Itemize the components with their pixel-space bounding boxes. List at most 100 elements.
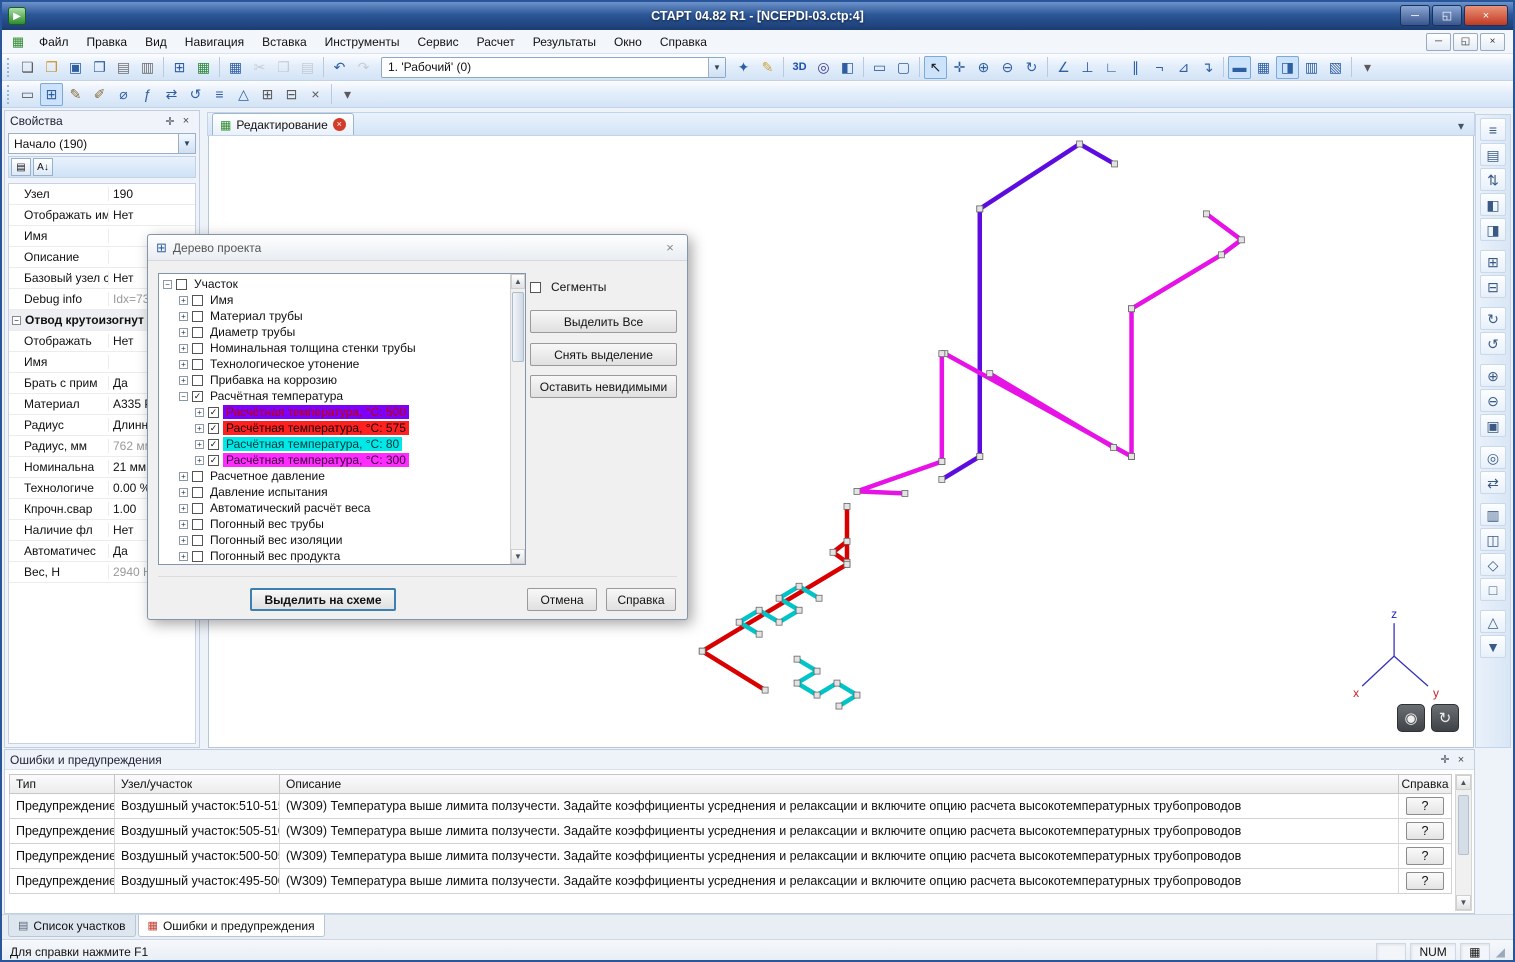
- minimize-button[interactable]: ─: [1400, 5, 1430, 26]
- expand-icon[interactable]: +: [179, 328, 188, 337]
- pipe-drop-button[interactable]: ↴: [1196, 56, 1219, 79]
- flip-view-button[interactable]: ⇄: [1480, 471, 1506, 494]
- pipe-run[interactable]: [980, 144, 1115, 209]
- measure-diameter-button[interactable]: ⌀: [112, 83, 135, 106]
- pipe-elbow-button[interactable]: ∠: [1052, 56, 1075, 79]
- checkbox[interactable]: [192, 311, 203, 322]
- tree-item[interactable]: −✓Расчётная температура: [159, 388, 510, 404]
- help-button[interactable]: ?: [1406, 847, 1444, 865]
- notes-view-button[interactable]: ▥: [1300, 56, 1323, 79]
- tree-item[interactable]: −Участок: [159, 276, 510, 292]
- scroll-up-icon[interactable]: ▲: [1456, 775, 1471, 790]
- node-marker[interactable]: [1238, 237, 1244, 243]
- column-help[interactable]: Справка: [1399, 775, 1451, 793]
- mdi-restore-button[interactable]: ◱: [1453, 33, 1478, 51]
- node-marker[interactable]: [1129, 306, 1135, 312]
- open-folder-button[interactable]: ❐: [40, 56, 63, 79]
- select-arrow-button[interactable]: ↖: [924, 56, 947, 79]
- tree-item[interactable]: +Погонный вес продукта: [159, 548, 510, 564]
- table-view-button[interactable]: ▦: [224, 56, 247, 79]
- node-marker[interactable]: [977, 453, 983, 459]
- active-mode-combobox[interactable]: 1. 'Рабочий' (0)▼: [381, 57, 726, 78]
- restore-button[interactable]: ◱: [1432, 5, 1462, 26]
- tree-item[interactable]: +Технологическое утонение: [159, 356, 510, 372]
- expand-icon[interactable]: +: [179, 536, 188, 545]
- node-marker[interactable]: [1129, 453, 1135, 459]
- node-marker[interactable]: [977, 206, 983, 212]
- pipe-tee-button[interactable]: ⊥: [1076, 56, 1099, 79]
- checkbox[interactable]: ✓: [208, 407, 219, 418]
- help-button[interactable]: ?: [1406, 797, 1444, 815]
- tab-close-icon[interactable]: ×: [333, 118, 346, 131]
- expand-icon[interactable]: +: [179, 312, 188, 321]
- checkbox[interactable]: ✓: [208, 439, 219, 450]
- undo-button[interactable]: ↶: [328, 56, 351, 79]
- warning-row[interactable]: ПредупреждениеВоздушный участок:505-510(…: [9, 819, 1452, 844]
- node-marker[interactable]: [794, 656, 800, 662]
- warning-row[interactable]: ПредупреждениеВоздушный участок:495-500(…: [9, 869, 1452, 894]
- pipe-offset-button[interactable]: ¬: [1148, 56, 1171, 79]
- scroll-down-icon[interactable]: ▼: [1456, 895, 1471, 910]
- menu-item[interactable]: Окно: [605, 31, 651, 53]
- display-filter-button[interactable]: ◧: [836, 56, 859, 79]
- checkbox[interactable]: [192, 295, 203, 306]
- expand-icon[interactable]: +: [195, 440, 204, 449]
- pipe-branch-button[interactable]: ⊿: [1172, 56, 1195, 79]
- menu-item[interactable]: Файл: [30, 31, 78, 53]
- tree-item[interactable]: +Погонный вес трубы: [159, 516, 510, 532]
- node-marker[interactable]: [814, 668, 820, 674]
- frames-view-button[interactable]: ▦: [192, 56, 215, 79]
- node-marker[interactable]: [816, 595, 822, 601]
- checkbox[interactable]: [192, 551, 203, 562]
- menu-item[interactable]: Вставка: [253, 31, 316, 53]
- view-right-button[interactable]: ◨: [1480, 218, 1506, 241]
- orbit-button[interactable]: ↻: [1431, 704, 1459, 732]
- checkbox[interactable]: [192, 327, 203, 338]
- column-node[interactable]: Узел/участок: [115, 775, 280, 793]
- pen-edit-button[interactable]: ✎: [64, 83, 87, 106]
- node-marker[interactable]: [776, 619, 782, 625]
- collapse-icon[interactable]: −: [179, 392, 188, 401]
- expand-icon[interactable]: +: [179, 360, 188, 369]
- column-description[interactable]: Описание: [280, 775, 1399, 793]
- tree-item[interactable]: +✓Расчётная температура, °С: 575: [159, 420, 510, 436]
- node-marker[interactable]: [844, 538, 850, 544]
- pipe-parallel-button[interactable]: ∥: [1124, 56, 1147, 79]
- panel-handle-button[interactable]: ≡: [1480, 118, 1506, 141]
- rotate-ccw-button[interactable]: ↺: [1480, 332, 1506, 355]
- node-marker[interactable]: [796, 583, 802, 589]
- iso-view-button[interactable]: △: [1480, 610, 1506, 633]
- property-value[interactable]: 190: [109, 187, 195, 201]
- delete-item-button[interactable]: ×: [304, 83, 327, 106]
- tree-item[interactable]: +Материал трубы: [159, 308, 510, 324]
- menu-item[interactable]: Сервис: [409, 31, 468, 53]
- tree-item[interactable]: +Давление испытания: [159, 484, 510, 500]
- scroll-thumb[interactable]: [1458, 795, 1469, 855]
- wireframe-view-button[interactable]: ◇: [1480, 553, 1506, 576]
- render-style-button[interactable]: ▥: [1480, 503, 1506, 526]
- resize-grip-icon[interactable]: ◢: [1496, 945, 1505, 959]
- pan-button[interactable]: ✛: [948, 56, 971, 79]
- pipe-run[interactable]: [797, 659, 857, 706]
- menu-item[interactable]: Результаты: [524, 31, 605, 53]
- group-button[interactable]: ⊞: [256, 83, 279, 106]
- view-layers-button[interactable]: ▤: [1480, 143, 1506, 166]
- checkbox[interactable]: [192, 359, 203, 370]
- close-icon[interactable]: ×: [178, 113, 194, 129]
- checkbox[interactable]: [176, 279, 187, 290]
- mdi-close-button[interactable]: ×: [1480, 33, 1505, 51]
- box-view-button[interactable]: □: [1480, 578, 1506, 601]
- tree-item[interactable]: +Автоматический расчёт веса: [159, 500, 510, 516]
- mdi-minimize-button[interactable]: ─: [1426, 33, 1451, 51]
- segments-checkbox[interactable]: [530, 282, 541, 293]
- find-button[interactable]: ◎: [812, 56, 835, 79]
- zoom-out-button[interactable]: ⊖: [996, 56, 1019, 79]
- page-layout-button[interactable]: ⊞: [168, 56, 191, 79]
- errors-scrollbar[interactable]: ▲ ▼: [1455, 774, 1472, 911]
- menu-item[interactable]: Расчет: [468, 31, 524, 53]
- checkbox[interactable]: [192, 535, 203, 546]
- node-marker[interactable]: [939, 458, 945, 464]
- node-marker[interactable]: [796, 607, 802, 613]
- dialog-title-bar[interactable]: ⊞ Дерево проекта ×: [148, 235, 687, 261]
- checkbox[interactable]: [192, 375, 203, 386]
